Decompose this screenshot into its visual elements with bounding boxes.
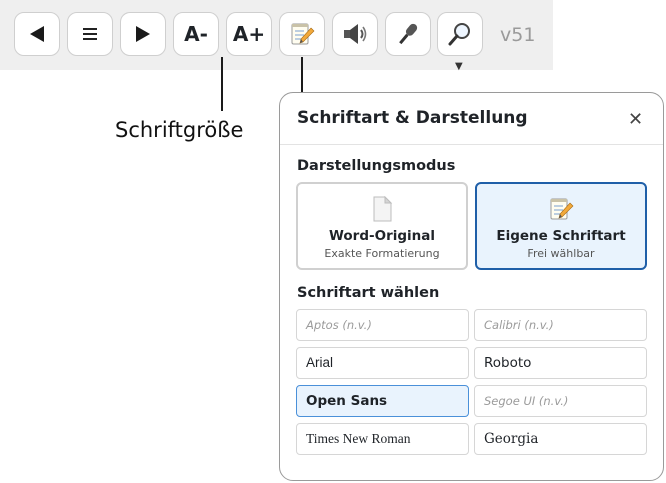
right-triangle-icon: [133, 24, 153, 44]
callout-font-size-label: Schriftgröße: [115, 118, 244, 142]
font-decrease-button[interactable]: A-: [173, 12, 219, 56]
version-label: v51: [500, 24, 536, 46]
memo-pencil-icon: [477, 196, 645, 222]
speaker-button[interactable]: [332, 12, 378, 56]
next-page-button[interactable]: [120, 12, 166, 56]
search-button[interactable]: [437, 12, 483, 56]
font-choice-label: Schriftart wählen: [297, 285, 440, 301]
mode-title: Eigene Schriftart: [496, 228, 626, 244]
mode-custom-font-button[interactable]: Eigene Schriftart Frei wählbar: [475, 182, 647, 270]
microphone-icon: [395, 21, 421, 47]
speaker-icon: [342, 22, 368, 46]
font-option-times-new-roman[interactable]: Times New Roman: [296, 423, 469, 455]
menu-button[interactable]: [67, 12, 113, 56]
callout-line: [221, 57, 223, 111]
dropdown-caret-icon: ▼: [455, 61, 463, 72]
left-triangle-icon: [27, 24, 47, 44]
close-icon[interactable]: ✕: [628, 109, 643, 130]
mode-title: Word-Original: [328, 228, 435, 244]
font-option-calibri[interactable]: Calibri (n.v.): [474, 309, 647, 341]
panel-title: Schriftart & Darstellung: [297, 108, 528, 128]
font-option-arial[interactable]: Arial: [296, 347, 469, 379]
document-icon: [298, 196, 466, 222]
mode-subtitle: Frei wählbar: [527, 247, 595, 260]
panel-divider: [280, 144, 663, 145]
toolbar: A- A+ v51 ▼: [0, 0, 553, 72]
hamburger-menu-icon: [82, 27, 98, 41]
font-option-open-sans[interactable]: Open Sans: [296, 385, 469, 417]
font-option-segoe-ui[interactable]: Segoe UI (n.v.): [474, 385, 647, 417]
magnifier-icon: [447, 21, 473, 47]
prev-page-button[interactable]: [14, 12, 60, 56]
mode-word-original-button[interactable]: Word-Original Exakte Formatierung: [296, 182, 468, 270]
microphone-button[interactable]: [385, 12, 431, 56]
font-option-roboto[interactable]: Roboto: [474, 347, 647, 379]
font-option-aptos[interactable]: Aptos (n.v.): [296, 309, 469, 341]
panel-connector-line: [301, 57, 303, 93]
font-option-georgia[interactable]: Georgia: [474, 423, 647, 455]
mode-subtitle: Exakte Formatierung: [324, 247, 440, 260]
font-settings-button[interactable]: [279, 12, 325, 56]
memo-pencil-icon: [289, 21, 315, 47]
display-mode-label: Darstellungsmodus: [297, 158, 456, 174]
font-increase-button[interactable]: A+: [226, 12, 272, 56]
font-settings-panel: Schriftart & Darstellung ✕ Darstellungsm…: [279, 92, 664, 481]
